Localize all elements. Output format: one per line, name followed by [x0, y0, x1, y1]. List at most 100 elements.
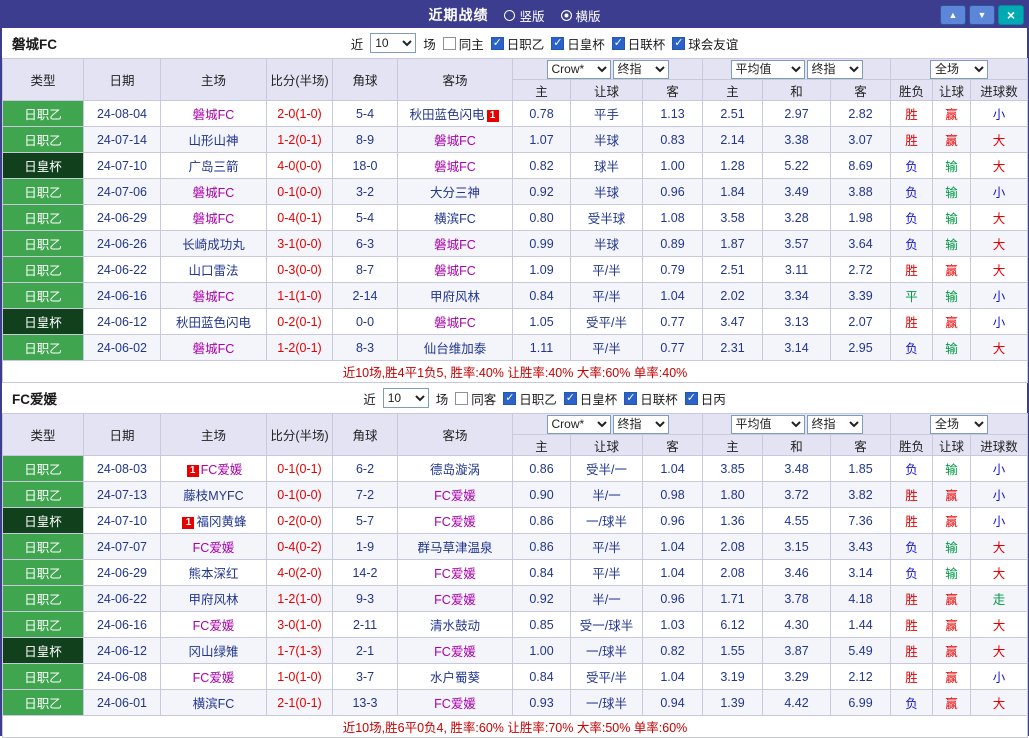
match-count-select[interactable]: 10	[383, 388, 429, 408]
avg-time-select[interactable]: 终指	[807, 60, 863, 79]
result-handicap: 输	[933, 179, 971, 205]
checkbox-label: 日联杯	[628, 34, 666, 53]
period-select[interactable]: 全场	[930, 60, 988, 79]
result-handicap: 赢	[933, 482, 971, 508]
corner-cell: 6-2	[333, 456, 398, 482]
score-cell: 1-2(0-1)	[267, 127, 333, 153]
avg-odds-select[interactable]: 平均值	[731, 415, 805, 434]
away-team-cell: FC爱媛	[398, 586, 513, 612]
period-select[interactable]: 全场	[930, 415, 988, 434]
score-cell: 1-2(0-1)	[267, 335, 333, 361]
result-winloss: 负	[891, 560, 933, 586]
summary-text: 近10场,胜6平0负4, 胜率:60% 让胜率:70% 大率:50% 单率:60…	[3, 716, 1028, 738]
match-date: 24-06-02	[84, 335, 161, 361]
col-date: 日期	[84, 414, 161, 456]
odds-handicap: 平/半	[571, 257, 643, 283]
title-group: 近期战绩 竖版 横版	[428, 5, 600, 25]
home-team-cell: 1FC爱媛	[161, 456, 267, 482]
avg-away: 2.12	[831, 664, 891, 690]
col-score: 比分(半场)	[267, 59, 333, 101]
window-title: 近期战绩	[428, 5, 488, 25]
checkbox-label: 日丙	[701, 389, 726, 408]
competition-checkbox-3[interactable]: 日联杯	[612, 34, 666, 53]
avg-draw: 3.11	[763, 257, 831, 283]
bookmaker-select[interactable]: Crow*	[547, 60, 611, 79]
match-date: 24-07-06	[84, 179, 161, 205]
league-type-badge: 日皇杯	[3, 638, 84, 664]
avg-draw: 4.30	[763, 612, 831, 638]
match-row: 日职乙24-06-29熊本深红4-0(2-0)14-2FC爱媛0.84平/半1.…	[3, 560, 1028, 586]
same-venue-checkbox[interactable]: 同客	[455, 389, 496, 408]
avg-draw: 3.28	[763, 205, 831, 231]
same-venue-checkbox[interactable]: 同主	[443, 34, 484, 53]
odds-handicap: 平/半	[571, 534, 643, 560]
league-type-badge: 日职乙	[3, 231, 84, 257]
competition-checkbox-4[interactable]: 球会友谊	[672, 34, 738, 53]
match-date: 24-06-01	[84, 690, 161, 716]
avg-home: 3.47	[703, 309, 763, 335]
away-team-cell: FC爱媛	[398, 638, 513, 664]
sub-col-odds-away: 客	[643, 80, 703, 101]
odds-away: 0.96	[643, 179, 703, 205]
result-goals: 大	[971, 153, 1028, 179]
avg-draw: 3.87	[763, 638, 831, 664]
avg-draw: 3.15	[763, 534, 831, 560]
corner-cell: 9-3	[333, 586, 398, 612]
result-handicap: 赢	[933, 309, 971, 335]
match-count-select[interactable]: 10	[370, 33, 416, 53]
table-header: 类型 日期 主场 比分(半场) 角球 客场 Crow*终指 平均值终指 全场	[3, 59, 1028, 101]
games-label: 场	[423, 34, 436, 53]
layout-radio-horizontal[interactable]: 横版	[561, 6, 601, 25]
bookmaker-select[interactable]: Crow*	[547, 415, 611, 434]
team-name: 磐城FC	[434, 134, 476, 148]
team-name: 磐城FC	[193, 186, 235, 200]
odds-home: 0.86	[513, 508, 571, 534]
team-name: FC爱媛	[201, 463, 243, 477]
result-goals: 大	[971, 690, 1028, 716]
avg-home: 2.02	[703, 283, 763, 309]
avg-odds-select[interactable]: 平均值	[731, 60, 805, 79]
close-button[interactable]: ×	[998, 5, 1024, 25]
match-date: 24-06-16	[84, 612, 161, 638]
avg-draw: 5.22	[763, 153, 831, 179]
score-cell: 3-1(0-0)	[267, 231, 333, 257]
result-goals: 小	[971, 101, 1028, 127]
match-date: 24-08-03	[84, 456, 161, 482]
competition-checkbox-4[interactable]: 日丙	[685, 389, 726, 408]
odds-home: 0.84	[513, 283, 571, 309]
competition-checkbox-3[interactable]: 日联杯	[624, 389, 678, 408]
handicap-time-select[interactable]: 终指	[613, 415, 669, 434]
odds-handicap: 受半球	[571, 205, 643, 231]
handicap-time-select[interactable]: 终指	[613, 60, 669, 79]
score-cell: 1-2(1-0)	[267, 586, 333, 612]
match-row: 日职乙24-06-08FC爱媛1-0(1-0)3-7水户蜀葵0.84受平/半1.…	[3, 664, 1028, 690]
score-cell: 2-0(1-0)	[267, 101, 333, 127]
scroll-up-button[interactable]: ▲	[940, 5, 966, 25]
title-bar: 近期战绩 竖版 横版 ▲ ▼ ×	[2, 2, 1027, 28]
avg-time-select[interactable]: 终指	[807, 415, 863, 434]
competition-checkbox-1[interactable]: 日职乙	[503, 389, 557, 408]
sub-col-handicap: 让球	[571, 435, 643, 456]
checkbox-label: 同客	[471, 389, 496, 408]
near-label: 近	[351, 34, 364, 53]
section-team-name: 磐城FC	[12, 33, 132, 53]
away-team-cell: 横滨FC	[398, 205, 513, 231]
odds-home: 1.07	[513, 127, 571, 153]
competition-checkbox-2[interactable]: 日皇杯	[564, 389, 618, 408]
odds-handicap: 一/球半	[571, 690, 643, 716]
match-date: 24-06-08	[84, 664, 161, 690]
competition-checkbox-1[interactable]: 日职乙	[491, 34, 545, 53]
competition-checkbox-2[interactable]: 日皇杯	[551, 34, 605, 53]
away-team-cell: 水户蜀葵	[398, 664, 513, 690]
avg-home: 6.12	[703, 612, 763, 638]
home-team-cell: 广岛三箭	[161, 153, 267, 179]
checkbox-label: 日职乙	[507, 34, 545, 53]
scroll-down-button[interactable]: ▼	[969, 5, 995, 25]
layout-radio-vertical[interactable]: 竖版	[504, 6, 544, 25]
result-goals: 小	[971, 309, 1028, 335]
filter-bar: 近 10 场 同客 日职乙 日皇杯 日联杯	[132, 388, 1017, 408]
result-handicap: 输	[933, 534, 971, 560]
avg-home: 2.31	[703, 335, 763, 361]
home-team-cell: 横滨FC	[161, 690, 267, 716]
result-handicap: 赢	[933, 257, 971, 283]
